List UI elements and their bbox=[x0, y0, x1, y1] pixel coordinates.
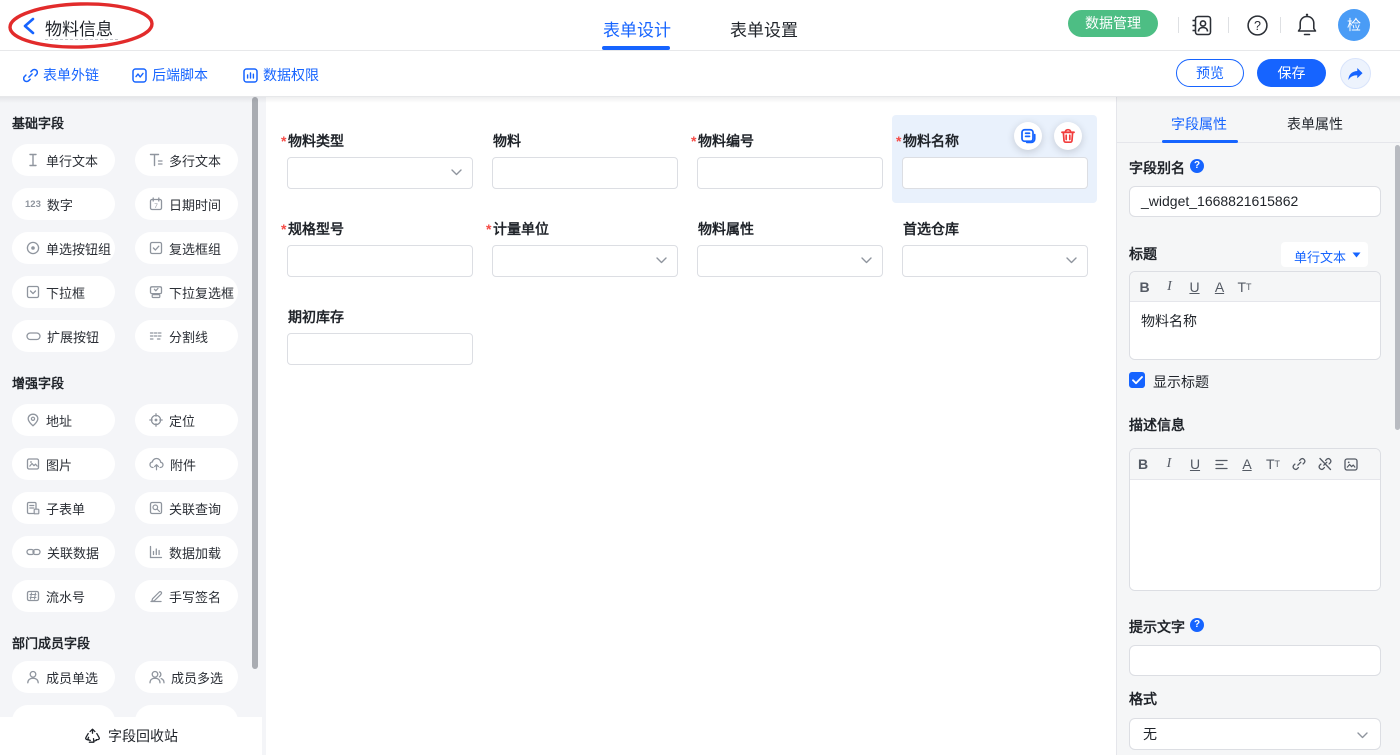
svg-text:7: 7 bbox=[154, 203, 158, 210]
svg-text:?: ? bbox=[1254, 19, 1261, 33]
